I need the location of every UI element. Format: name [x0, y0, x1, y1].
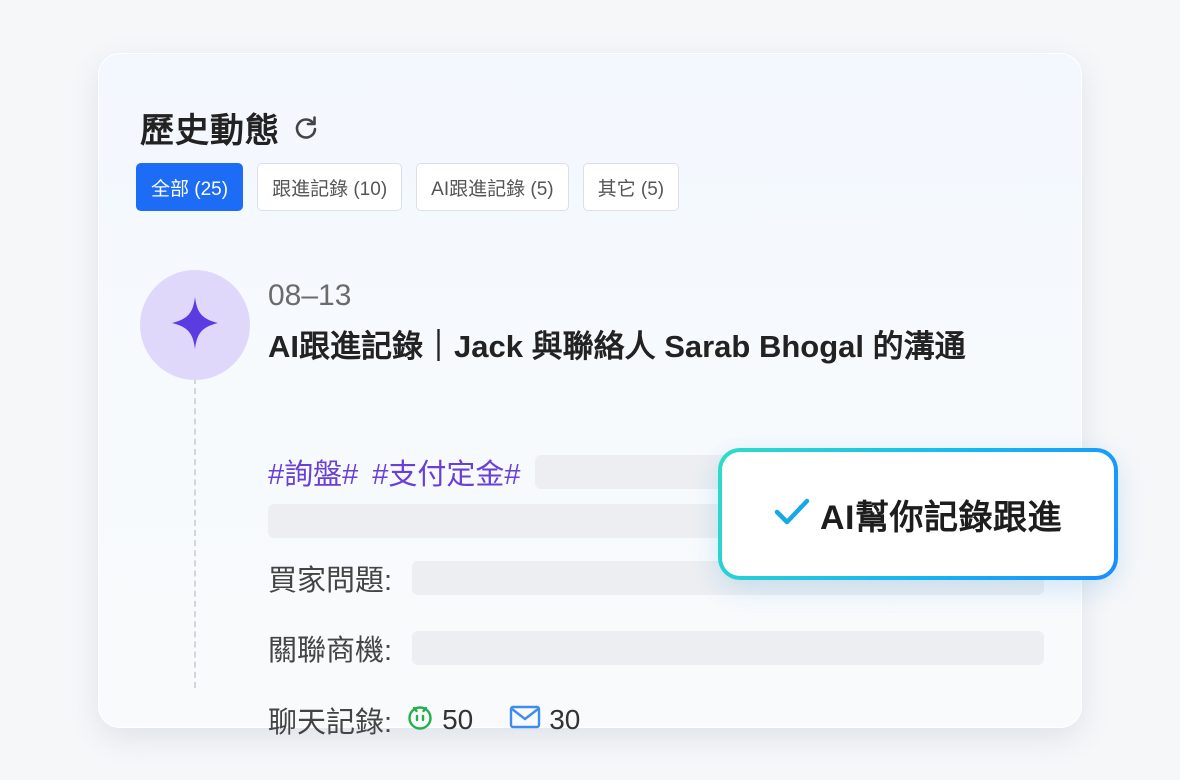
history-panel: 歷史動態 全部 (25) 跟進記錄 (10) AI跟進記錄 (5) 其它 (5)… — [98, 53, 1082, 739]
timeline-entry: 08–13 AI跟進記錄｜Jack 與聯絡人 Sarab Bhogal 的溝通 … — [268, 279, 1048, 739]
tag-deposit-payment[interactable]: #支付定金# — [372, 451, 520, 493]
ai-avatar — [140, 270, 250, 380]
callout-text: AI幫你記錄跟進 — [820, 498, 1062, 537]
refresh-icon[interactable] — [292, 114, 320, 142]
sparkle-icon — [170, 295, 220, 356]
mail-count: 30 — [549, 704, 581, 735]
buyer-question-label: 買家問題: — [268, 565, 393, 597]
check-icon — [774, 497, 810, 532]
ai-follow-up-callout: AI幫你記錄跟進 — [718, 448, 1118, 580]
placeholder-bar — [412, 631, 1044, 665]
mail-count-item[interactable]: 30 — [509, 704, 580, 737]
timeline-connector — [194, 378, 196, 688]
tab-other[interactable]: 其它 (5) — [582, 163, 680, 211]
panel-title: 歷史動態 — [140, 112, 280, 150]
tag-inquiry[interactable]: #詢盤# — [268, 451, 358, 493]
tab-all[interactable]: 全部 (25) — [136, 163, 244, 211]
filter-tabs: 全部 (25) 跟進記錄 (10) AI跟進記錄 (5) 其它 (5) — [136, 163, 680, 211]
tab-follow-up-records[interactable]: 跟進記錄 (10) — [257, 163, 403, 211]
entry-title[interactable]: AI跟進記錄｜Jack 與聯絡人 Sarab Bhogal 的溝通 — [268, 321, 1048, 366]
chat-records-label: 聊天記錄: — [268, 707, 393, 739]
related-opportunity-label: 關聯商機: — [268, 635, 393, 667]
chat-bubble-icon — [406, 703, 434, 738]
chat-records-row: 聊天記錄: 50 30 — [268, 699, 1044, 741]
chat-count-item[interactable]: 50 — [406, 703, 473, 738]
mail-icon — [509, 704, 541, 737]
tab-ai-follow-up-records[interactable]: AI跟進記錄 (5) — [416, 163, 569, 211]
entry-date: 08–13 — [268, 279, 352, 312]
chat-count: 50 — [442, 704, 474, 735]
panel-header: 歷史動態 — [140, 103, 320, 152]
related-opportunity-row: 關聯商機: — [268, 627, 1044, 669]
